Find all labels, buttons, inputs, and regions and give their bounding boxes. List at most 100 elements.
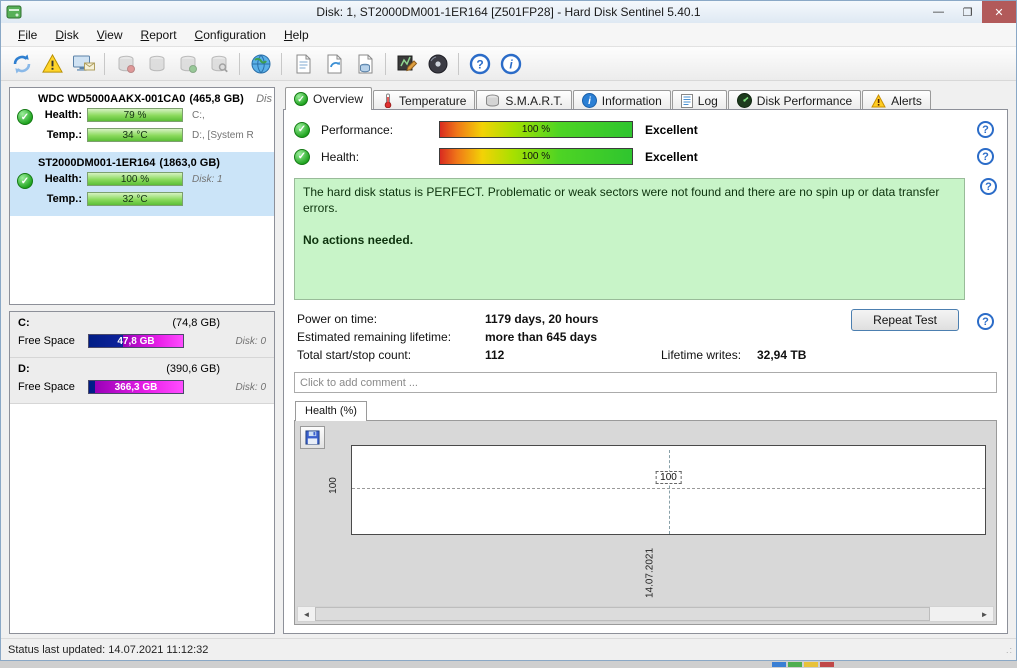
scroll-thumb[interactable]: [315, 607, 930, 621]
tab-smart[interactable]: S.M.A.R.T.: [476, 90, 571, 110]
disk-ok-status-icon: [17, 109, 33, 125]
performance-gauge: 100 %: [439, 121, 633, 138]
tab-disk-performance[interactable]: Disk Performance: [728, 90, 861, 110]
report-disk-icon[interactable]: [350, 49, 379, 78]
health-help-icon[interactable]: [977, 148, 994, 165]
overview-tab-content: Performance: 100 % Excellent Health: 100…: [283, 109, 1008, 634]
performance-help-icon[interactable]: [977, 121, 994, 138]
log-page-icon: [681, 94, 693, 108]
disk-ok-icon[interactable]: [173, 49, 202, 78]
partition-entry-c[interactable]: C: (74,8 GB) Free Space 47,8 GB Disk: 0: [10, 312, 274, 358]
lifetime-writes-label: Lifetime writes:: [661, 348, 757, 362]
health-ok-icon: [294, 149, 310, 165]
scroll-track[interactable]: [315, 607, 976, 621]
start-stop-value: 112: [485, 348, 661, 362]
title-bar: Disk: 1, ST2000DM001-1ER164 [Z501FP28] -…: [1, 1, 1016, 23]
help-icon[interactable]: ?: [465, 49, 494, 78]
menu-configuration[interactable]: Configuration: [186, 25, 275, 45]
status-help-icon[interactable]: [980, 178, 997, 195]
spacer: [661, 312, 757, 326]
y-axis-tick: 100: [328, 477, 339, 494]
free-space-label: Free Space: [18, 381, 88, 393]
tab-label: Log: [698, 94, 718, 108]
performance-label: Performance:: [321, 123, 439, 137]
health-label: Health:: [38, 109, 82, 121]
test-help-icon[interactable]: [977, 313, 994, 330]
globe-icon[interactable]: [246, 49, 275, 78]
report-refresh-icon[interactable]: [319, 49, 348, 78]
start-stop-label: Total start/stop count:: [297, 348, 485, 362]
disk-entry-wdc[interactable]: WDC WD5000AAKX-001CA0 (465,8 GB) Dis Hea…: [10, 88, 274, 152]
free-space-value: 366,3 GB: [89, 381, 183, 393]
disk-size: (1863,0 GB): [159, 157, 220, 169]
tab-label: Disk Performance: [757, 94, 852, 108]
tab-information[interactable]: i Information: [573, 90, 671, 110]
monitor-mail-icon[interactable]: [69, 49, 98, 78]
info-icon[interactable]: i: [496, 49, 525, 78]
health-label: Health:: [321, 150, 439, 164]
temp-bar: 34 °C: [87, 128, 183, 142]
refresh-icon[interactable]: [7, 49, 36, 78]
repeat-test-button[interactable]: Repeat Test: [851, 309, 959, 331]
disk-icon[interactable]: [142, 49, 171, 78]
surface-warning-icon[interactable]: [38, 49, 67, 78]
health-label: Health:: [38, 173, 82, 185]
scroll-left-arrow[interactable]: ◄: [298, 607, 315, 621]
close-button[interactable]: ✕: [982, 1, 1016, 23]
menu-disk[interactable]: Disk: [46, 25, 87, 45]
content-area: WDC WD5000AAKX-001CA0 (465,8 GB) Dis Hea…: [1, 81, 1016, 638]
menu-view[interactable]: View: [88, 25, 132, 45]
alerts-icon: [871, 94, 886, 108]
toolbar-separator: [104, 53, 105, 75]
chart-horizontal-scrollbar[interactable]: ◄ ►: [297, 606, 994, 622]
scroll-right-arrow[interactable]: ►: [976, 607, 993, 621]
report-page-icon[interactable]: [288, 49, 317, 78]
taskbar-sliver: [0, 661, 1017, 668]
tab-bar: Overview Temperature S.M.A.R.T. i Inform…: [283, 87, 1008, 110]
cd-icon[interactable]: [423, 49, 452, 78]
thermometer-icon: [382, 93, 394, 108]
disk-remove-icon[interactable]: [111, 49, 140, 78]
tab-label: Temperature: [399, 94, 466, 108]
marker-chart-icon[interactable]: [392, 49, 421, 78]
spacer: [757, 330, 997, 344]
app-window: Disk: 1, ST2000DM001-1ER164 [Z501FP28] -…: [0, 0, 1017, 661]
tab-temperature[interactable]: Temperature: [373, 90, 475, 110]
toolbar: ? i: [1, 47, 1016, 81]
sidebar: WDC WD5000AAKX-001CA0 (465,8 GB) Dis Hea…: [9, 87, 275, 634]
tab-alerts[interactable]: Alerts: [862, 90, 931, 110]
partition-size: (390,6 GB): [166, 363, 220, 375]
health-gauge: 100 %: [439, 148, 633, 165]
menu-report[interactable]: Report: [132, 25, 186, 45]
comment-row: [294, 372, 997, 393]
disk-entry-seagate-selected[interactable]: ST2000DM001-1ER164 (1863,0 GB) Health: 1…: [10, 152, 274, 216]
data-point-value: 100: [655, 471, 682, 484]
information-icon: i: [582, 93, 597, 108]
partition-entry-d[interactable]: D: (390,6 GB) Free Space 366,3 GB Disk: …: [10, 358, 274, 404]
taskbar-icon-fragment: [788, 662, 802, 667]
maximize-button[interactable]: ❐: [953, 1, 982, 23]
window-title: Disk: 1, ST2000DM001-1ER164 [Z501FP28] -…: [1, 5, 1016, 19]
performance-rating: Excellent: [645, 123, 698, 137]
taskbar-icon-fragment: [820, 662, 834, 667]
tab-label: S.M.A.R.T.: [505, 94, 562, 108]
tab-log[interactable]: Log: [672, 90, 727, 110]
chart-tab-health[interactable]: Health (%): [295, 401, 367, 421]
minimize-button[interactable]: —: [924, 1, 953, 23]
main-area: Overview Temperature S.M.A.R.T. i Inform…: [283, 87, 1008, 634]
smart-disk-icon: [485, 94, 500, 107]
disk-search-icon[interactable]: [204, 49, 233, 78]
temp-label: Temp.:: [38, 129, 82, 141]
health-chart-section: Health (%) 100 100 14.07.2021: [294, 401, 997, 625]
comment-input[interactable]: [294, 372, 997, 393]
partition-letters: C:,: [192, 110, 272, 121]
resize-grip[interactable]: .:: [1006, 645, 1013, 655]
spacer: [661, 330, 757, 344]
menu-help[interactable]: Help: [275, 25, 318, 45]
tab-overview[interactable]: Overview: [285, 87, 372, 110]
status-action-text: No actions needed.: [303, 232, 956, 248]
menu-file[interactable]: File: [9, 25, 46, 45]
temp-bar: 32 °C: [87, 192, 183, 206]
save-chart-button[interactable]: [300, 426, 325, 449]
tab-label: Alerts: [891, 94, 922, 108]
